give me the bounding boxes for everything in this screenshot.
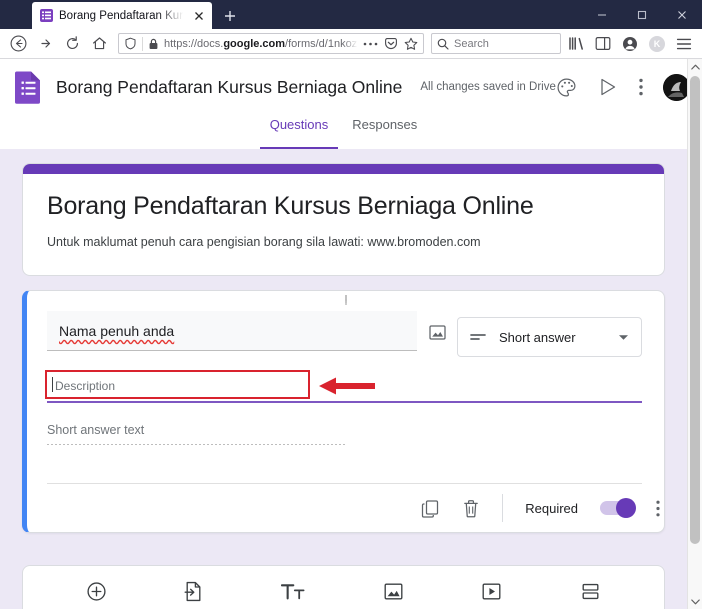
drag-handle-icon[interactable] bbox=[27, 295, 664, 305]
question-more-vert-icon[interactable] bbox=[656, 500, 660, 517]
url-bar[interactable]: https://docs.google.com/forms/d/1nkoz bbox=[118, 33, 424, 54]
bookmark-star-icon[interactable] bbox=[403, 36, 418, 51]
annotation-highlight-box bbox=[45, 370, 310, 399]
window-controls bbox=[582, 0, 702, 29]
scrollbar-track[interactable] bbox=[688, 74, 702, 594]
add-image-toolbar-icon[interactable] bbox=[383, 582, 404, 601]
more-vert-icon[interactable] bbox=[639, 78, 643, 96]
pocket-icon[interactable] bbox=[383, 36, 398, 51]
forms-header: Borang Pendaftaran Kursus Berniaga Onlin… bbox=[0, 59, 690, 115]
container-icon[interactable]: K bbox=[645, 32, 669, 56]
reload-icon[interactable] bbox=[60, 32, 84, 56]
google-forms-logo[interactable] bbox=[14, 70, 44, 104]
question-title-field[interactable]: Nama penuh anda bbox=[47, 311, 417, 351]
forms-header-actions bbox=[556, 73, 702, 101]
required-label: Required bbox=[525, 500, 578, 516]
title-bar: Borang Pendaftaran Kursus Ber bbox=[0, 0, 702, 29]
menu-icon[interactable] bbox=[672, 32, 696, 56]
palette-icon[interactable] bbox=[556, 77, 577, 98]
tracking-shield-icon[interactable] bbox=[124, 37, 137, 50]
scrollbar-thumb[interactable] bbox=[690, 76, 700, 544]
tab-responses[interactable]: Responses bbox=[342, 115, 427, 149]
question-type-select[interactable]: Short answer bbox=[457, 317, 642, 357]
required-toggle[interactable] bbox=[600, 498, 636, 518]
form-description[interactable]: Untuk maklumat penuh cara pengisian bora… bbox=[47, 235, 640, 249]
trash-icon[interactable] bbox=[462, 499, 480, 518]
forward-icon[interactable] bbox=[33, 32, 57, 56]
footer-divider bbox=[502, 494, 504, 522]
browser-tab-title: Borang Pendaftaran Kursus Ber bbox=[59, 9, 186, 22]
sidebar-icon[interactable] bbox=[591, 32, 615, 56]
lock-icon[interactable] bbox=[148, 38, 159, 50]
scrollbar-down-arrow[interactable] bbox=[688, 594, 702, 609]
document-title[interactable]: Borang Pendaftaran Kursus Berniaga Onlin… bbox=[56, 77, 402, 98]
add-image-icon[interactable] bbox=[417, 311, 457, 342]
tab-questions[interactable]: Questions bbox=[259, 115, 339, 149]
question-title-text: Nama penuh anda bbox=[59, 323, 175, 339]
scrollbar-up-arrow[interactable] bbox=[688, 59, 702, 74]
search-bar[interactable]: Search bbox=[431, 33, 561, 54]
form-accent-stripe bbox=[23, 164, 664, 174]
send-icon[interactable] bbox=[597, 76, 619, 98]
page-viewport: Borang Pendaftaran Kursus Berniaga Onlin… bbox=[0, 59, 702, 609]
add-title-icon[interactable] bbox=[281, 582, 305, 601]
question-card[interactable]: Nama penuh anda Short answer Description… bbox=[22, 290, 665, 533]
form-title-card[interactable]: Borang Pendaftaran Kursus Berniaga Onlin… bbox=[22, 163, 665, 276]
forms-tabs: Questions Responses bbox=[0, 115, 687, 149]
save-status: All changes saved in Drive bbox=[420, 81, 556, 93]
navigation-toolbar: https://docs.google.com/forms/d/1nkoz Se… bbox=[0, 29, 702, 59]
required-toggle-knob bbox=[616, 498, 636, 518]
browser-window: Borang Pendaftaran Kursus Ber bbox=[0, 0, 702, 609]
add-video-icon[interactable] bbox=[481, 582, 502, 601]
import-questions-icon[interactable] bbox=[184, 581, 203, 602]
container-badge: K bbox=[649, 35, 665, 52]
search-input[interactable]: Search bbox=[454, 38, 489, 50]
short-answer-icon bbox=[470, 331, 486, 343]
browser-tab[interactable]: Borang Pendaftaran Kursus Ber bbox=[32, 2, 212, 29]
page-actions-icon[interactable] bbox=[363, 36, 378, 51]
account-icon[interactable] bbox=[618, 32, 642, 56]
question-type-label: Short answer bbox=[499, 329, 576, 345]
add-section-icon[interactable] bbox=[580, 582, 601, 601]
google-forms-favicon bbox=[40, 9, 53, 22]
annotation-arrow-icon bbox=[319, 375, 375, 402]
url-text: https://docs.google.com/forms/d/1nkoz bbox=[164, 37, 358, 50]
close-tab-icon[interactable] bbox=[192, 9, 206, 23]
home-icon[interactable] bbox=[87, 32, 111, 56]
question-divider bbox=[47, 483, 642, 484]
question-description-row: Description bbox=[45, 370, 642, 403]
forms-body: Borang Pendaftaran Kursus Berniaga Onlin… bbox=[0, 149, 687, 609]
maximize-button[interactable] bbox=[622, 0, 662, 29]
user-avatar[interactable] bbox=[662, 73, 690, 101]
google-forms-page: Borang Pendaftaran Kursus Berniaga Onlin… bbox=[0, 59, 690, 609]
tab-strip: Borang Pendaftaran Kursus Ber bbox=[0, 0, 244, 29]
new-tab-button[interactable] bbox=[216, 2, 244, 29]
back-icon[interactable] bbox=[6, 32, 30, 56]
minimize-button[interactable] bbox=[582, 0, 622, 29]
question-footer: Required bbox=[27, 484, 664, 532]
page-scrollbar[interactable] bbox=[687, 59, 702, 609]
add-question-icon[interactable] bbox=[86, 581, 107, 602]
form-title[interactable]: Borang Pendaftaran Kursus Berniaga Onlin… bbox=[47, 192, 640, 221]
duplicate-icon[interactable] bbox=[421, 499, 440, 518]
answer-placeholder-line bbox=[47, 444, 347, 445]
search-icon bbox=[437, 38, 449, 50]
add-item-toolbar bbox=[22, 565, 665, 609]
library-icon[interactable] bbox=[564, 32, 588, 56]
answer-placeholder-text: Short answer text bbox=[47, 423, 145, 437]
url-divider bbox=[142, 36, 143, 51]
chevron-down-icon[interactable] bbox=[618, 334, 629, 341]
close-window-button[interactable] bbox=[662, 0, 702, 29]
question-header-row: Nama penuh anda Short answer bbox=[47, 311, 642, 357]
